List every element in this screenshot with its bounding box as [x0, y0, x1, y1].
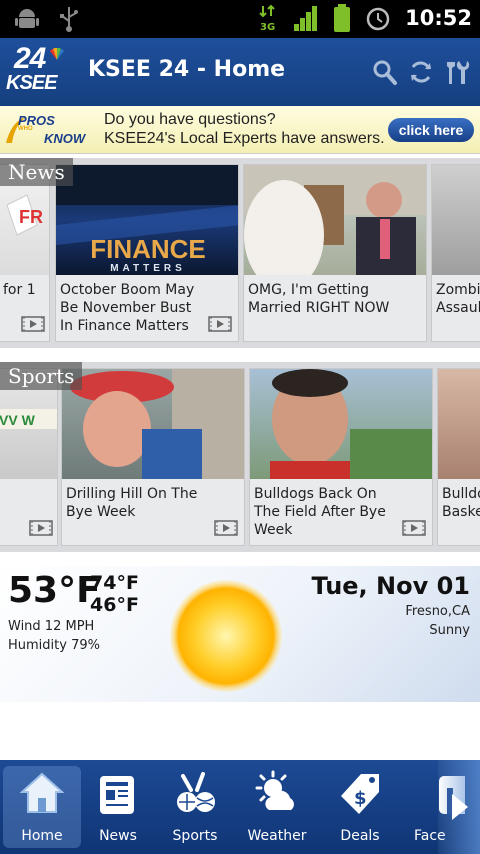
home-icon	[20, 772, 64, 813]
title-bar: 24 KSEE KSEE 24 - Home	[0, 38, 480, 106]
clock: 10:52	[405, 6, 472, 30]
news-thumbnail	[244, 165, 426, 275]
weather-widget[interactable]: 53°F 74°F 46°F Wind 12 MPH Humidity 79% …	[0, 566, 480, 702]
svg-text:VV W: VV W	[0, 412, 36, 428]
deals-tag-icon: $	[341, 774, 379, 814]
video-icon	[402, 520, 426, 536]
tools-icon[interactable]	[444, 58, 470, 86]
sports-section: VV W Drilling Hill On The Bye Week Bulld…	[0, 362, 480, 552]
bottom-navigation: Home News Sports Weather $ Deals Face	[0, 760, 480, 854]
sports-card[interactable]: Bulldo Baske	[437, 368, 480, 546]
newspaper-icon	[100, 776, 134, 814]
low-temperature: 46°F	[90, 594, 139, 616]
pros-who-know-logo: PROS WHO KNOW	[4, 113, 98, 149]
weather-condition: Sunny	[429, 623, 470, 638]
ad-subline: KSEE24's Local Experts have answers.	[104, 130, 385, 147]
nav-weather[interactable]: Weather	[238, 766, 316, 848]
weather-date: Tue, Nov 01	[311, 572, 470, 600]
sports-thumbnail	[438, 369, 480, 479]
sports-thumbnail	[62, 369, 244, 479]
news-card[interactable]: FR for 1	[0, 164, 50, 342]
video-icon	[214, 520, 238, 536]
signal-bars-icon	[294, 6, 318, 31]
weather-city: Fresno,CA	[405, 604, 470, 619]
news-thumbnail: FINANCE MATTERS	[56, 165, 238, 275]
news-section: FR for 1 FINANCE MATTERS October Boom Ma…	[0, 158, 480, 348]
app-title: KSEE 24 - Home	[88, 57, 286, 82]
sports-card[interactable]: Bulldogs Back On The Field After Bye Wee…	[249, 368, 433, 546]
news-card[interactable]: FINANCE MATTERS October Boom May Be Nove…	[55, 164, 239, 342]
alarm-icon	[366, 7, 390, 31]
svg-text:FINANCE: FINANCE	[90, 234, 206, 264]
svg-text:MATTERS: MATTERS	[110, 263, 186, 274]
coach-hill-image	[70, 369, 244, 479]
3g-signal-icon: 3G	[259, 4, 275, 32]
refresh-icon[interactable]	[408, 58, 434, 86]
status-bar: 3G 10:52	[0, 0, 480, 38]
finance-matters-image: FINANCE MATTERS	[56, 165, 238, 274]
nbc-peacock-icon	[50, 48, 64, 60]
humidity: Humidity 79%	[8, 638, 100, 653]
high-temperature: 74°F	[90, 572, 139, 594]
ad-banner[interactable]: PROS WHO KNOW Do you have questions? KSE…	[0, 106, 480, 154]
news-section-label: News	[0, 158, 73, 186]
sports-card[interactable]: Drilling Hill On The Bye Week	[61, 368, 245, 546]
nav-news[interactable]: News	[79, 766, 157, 848]
sun-icon	[170, 580, 282, 692]
android-debug-icon	[15, 9, 39, 28]
sports-carousel[interactable]: VV W Drilling Hill On The Bye Week Bulld…	[0, 368, 480, 546]
nav-more-button[interactable]	[438, 760, 480, 854]
video-icon	[208, 316, 232, 332]
nav-home[interactable]: Home	[3, 766, 81, 848]
news-thumbnail	[432, 165, 480, 275]
news-card[interactable]: Zombi Assaul	[431, 164, 480, 342]
video-icon	[29, 520, 53, 536]
news-carousel[interactable]: FR for 1 FINANCE MATTERS October Boom Ma…	[0, 164, 480, 342]
ksee-logo: 24 KSEE	[4, 42, 68, 102]
nav-sports[interactable]: Sports	[156, 766, 234, 848]
search-icon[interactable]	[372, 58, 398, 86]
nav-deals[interactable]: $ Deals	[321, 766, 399, 848]
ad-headline: Do you have questions?	[104, 111, 276, 128]
usb-icon	[60, 7, 78, 32]
news-card[interactable]: OMG, I'm Getting Married RIGHT NOW	[243, 164, 427, 342]
sports-section-label: Sports	[0, 362, 83, 390]
bulldogs-player-image	[270, 369, 432, 479]
svg-text:3G: 3G	[260, 22, 275, 32]
battery-icon	[334, 4, 351, 32]
sports-icon	[177, 772, 215, 812]
current-temperature: 53°F	[8, 570, 101, 611]
ad-click-here-button[interactable]: click here	[388, 118, 474, 142]
sports-thumbnail	[250, 369, 432, 479]
wedding-image	[244, 165, 426, 275]
svg-text:$: $	[354, 788, 367, 809]
svg-text:FR: FR	[19, 207, 43, 227]
arrow-right-icon	[452, 794, 468, 820]
wind-speed: Wind 12 MPH	[8, 619, 95, 634]
sports-card[interactable]: VV W	[0, 368, 58, 546]
weather-icon	[255, 770, 294, 810]
video-icon	[21, 316, 45, 332]
